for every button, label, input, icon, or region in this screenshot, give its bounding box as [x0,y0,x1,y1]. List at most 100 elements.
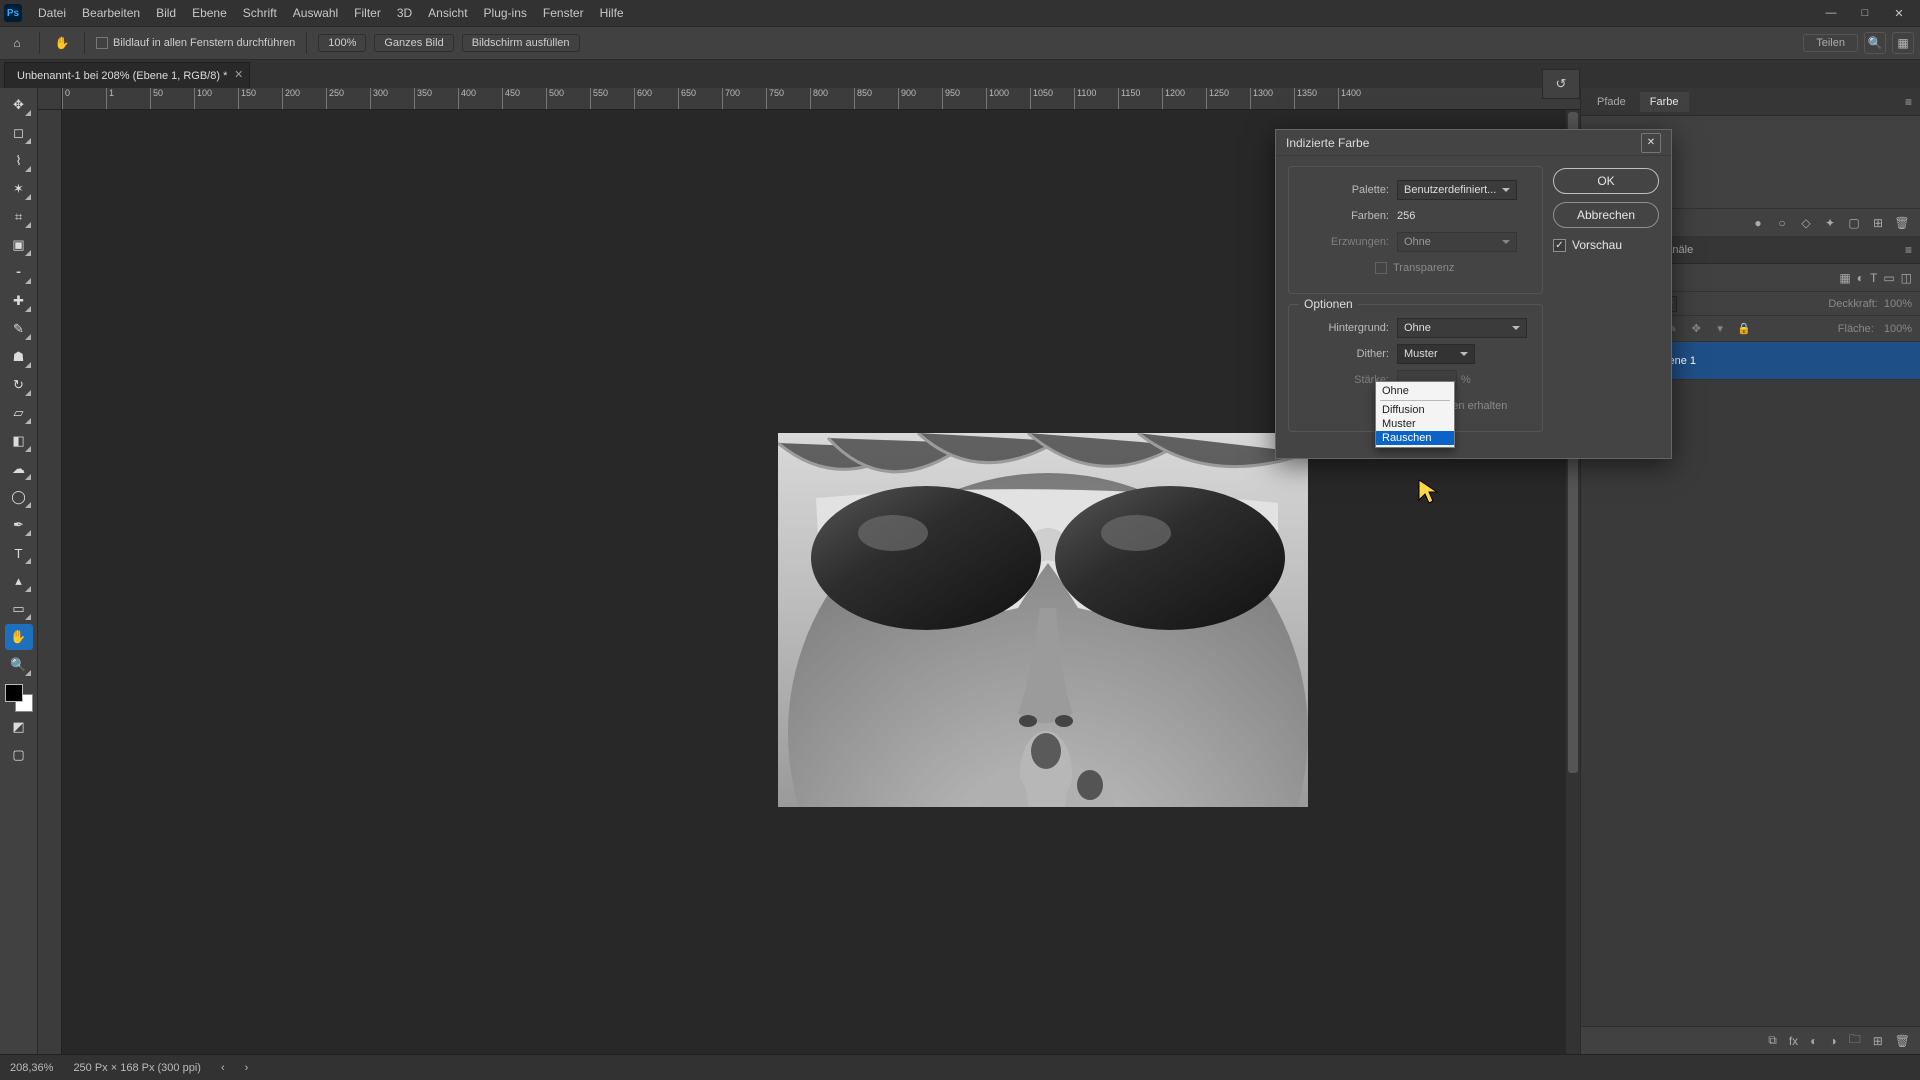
hand-tool-icon[interactable]: ✋ [51,32,73,54]
menu-datei[interactable]: Datei [30,0,74,26]
fill-value[interactable]: 100% [1884,323,1912,335]
dither-select[interactable]: Muster [1397,344,1475,364]
menu-plug-ins[interactable]: Plug-ins [476,0,535,26]
close-tab-icon[interactable]: ✕ [234,68,243,81]
fit-screen-button[interactable]: Ganzes Bild [374,34,453,52]
doc-info[interactable]: 250 Px × 168 Px (300 ppi) [73,1062,201,1074]
workspace-icon[interactable]: ▦ [1892,32,1914,54]
adjustment-icon[interactable]: ◑ [1829,1034,1836,1048]
menu-filter[interactable]: Filter [346,0,389,26]
palette-select[interactable]: Benutzerdefiniert... [1397,180,1517,200]
filter-type-icon[interactable]: T [1870,271,1877,285]
ruler-origin[interactable] [38,88,62,110]
eraser-tool[interactable]: ▱ [5,400,33,426]
document-tab[interactable]: Unbenannt-1 bei 208% (Ebene 1, RGB/8) * … [4,62,250,88]
panel-menu-icon[interactable]: ≡ [1905,95,1912,109]
matte-select[interactable]: Ohne [1397,318,1527,338]
icon-ring[interactable]: ○ [1774,215,1790,231]
icon-sparkle[interactable]: ✦ [1822,215,1838,231]
dodge-tool[interactable]: ◯ [5,484,33,510]
icon-diamond[interactable]: ◇ [1798,215,1814,231]
ok-button[interactable]: OK [1553,168,1659,194]
menu-bearbeiten[interactable]: Bearbeiten [74,0,148,26]
filter-pixel-icon[interactable]: ▦ [1839,271,1850,285]
menu-bild[interactable]: Bild [148,0,184,26]
collapsed-history-tab[interactable]: ↺ [1542,69,1580,99]
brush-tool[interactable]: ✎ [5,316,33,342]
icon-trash[interactable]: 🗑 [1894,215,1910,231]
mask-icon[interactable]: ◐ [1810,1034,1817,1048]
horizontal-ruler[interactable]: 0150100150200250300350400450500550600650… [62,88,1580,110]
stamp-tool[interactable]: ☗ [5,344,33,370]
zoom-100-button[interactable]: 100% [318,34,366,52]
minimize-button[interactable]: — [1814,0,1848,26]
menu-auswahl[interactable]: Auswahl [285,0,346,26]
status-chevron-right-icon[interactable]: › [245,1062,249,1074]
fx-icon[interactable]: fx [1789,1034,1798,1048]
hand-tool[interactable]: ✋ [5,624,33,650]
cancel-button[interactable]: Abbrechen [1553,202,1659,228]
status-chevron-left-icon[interactable]: ‹ [221,1062,225,1074]
screenmode-toggle[interactable]: ▢ [5,742,33,768]
menu-schrift[interactable]: Schrift [235,0,285,26]
close-window-button[interactable]: ✕ [1882,0,1916,26]
path-select-tool[interactable]: ▴ [5,568,33,594]
history-brush-tool[interactable]: ↻ [5,372,33,398]
marquee-tool[interactable]: ◻ [5,120,33,146]
layers-panel-menu-icon[interactable]: ≡ [1905,243,1912,257]
link-layers-icon[interactable]: ⧉ [1768,1033,1777,1048]
menu-ebene[interactable]: Ebene [184,0,235,26]
delete-layer-icon[interactable]: 🗑 [1895,1034,1910,1048]
dialog-titlebar[interactable]: Indizierte Farbe ✕ [1276,130,1671,156]
colors-value[interactable]: 256 [1397,210,1415,222]
filter-smart-icon[interactable]: ◫ [1901,271,1912,285]
filter-adjust-icon[interactable]: ◐ [1857,271,1864,285]
fg-bg-swatch[interactable] [5,684,33,712]
dither-option-diffusion[interactable]: Diffusion [1376,403,1454,417]
group-icon[interactable]: 🗀 [1849,1030,1861,1051]
lock-pos-icon[interactable]: ✥ [1689,322,1703,336]
heal-tool[interactable]: ✚ [5,288,33,314]
lasso-tool[interactable]: ⌇ [5,148,33,174]
menu-3d[interactable]: 3D [389,0,420,26]
zoom-readout[interactable]: 208,36% [10,1062,53,1074]
crop-tool[interactable]: ⌗ [5,204,33,230]
fill-screen-button[interactable]: Bildschirm ausfüllen [462,34,580,52]
lock-all-icon[interactable]: 🔒 [1737,322,1751,336]
menu-ansicht[interactable]: Ansicht [420,0,475,26]
icon-dot[interactable]: ● [1750,215,1766,231]
dither-dropdown-list[interactable]: Ohne DiffusionMusterRauschen [1375,381,1455,448]
maximize-button[interactable]: □ [1848,0,1882,26]
search-icon[interactable]: 🔍 [1864,32,1886,54]
new-layer-icon[interactable]: ⊞ [1873,1034,1883,1048]
filter-shape-icon[interactable]: ▭ [1883,271,1894,285]
scroll-all-checkbox[interactable]: Bildlauf in allen Fenstern durchführen [96,37,295,49]
lock-nest-icon[interactable]: ▾ [1713,322,1727,336]
document-canvas[interactable] [778,433,1308,807]
share-button[interactable]: Teilen [1803,34,1858,52]
dither-option-rauschen[interactable]: Rauschen [1376,431,1454,445]
dither-option-ohne[interactable]: Ohne [1376,384,1454,398]
quick-select-tool[interactable]: ✶ [5,176,33,202]
tab-color[interactable]: Farbe [1640,92,1689,112]
pen-tool[interactable]: ✒ [5,512,33,538]
zoom-tool[interactable]: 🔍 [5,652,33,678]
shape-tool[interactable]: ▭ [5,596,33,622]
gradient-tool[interactable]: ◧ [5,428,33,454]
home-icon[interactable]: ⌂ [6,32,28,54]
icon-new[interactable]: ⊞ [1870,215,1886,231]
dither-option-muster[interactable]: Muster [1376,417,1454,431]
preview-checkbox[interactable]: ✓ [1553,239,1566,252]
tab-paths[interactable]: Pfade [1587,92,1636,112]
menu-hilfe[interactable]: Hilfe [592,0,632,26]
frame-tool[interactable]: ▣ [5,232,33,258]
dialog-close-button[interactable]: ✕ [1641,133,1661,153]
type-tool[interactable]: T [5,540,33,566]
quickmask-toggle[interactable]: ◩ [5,714,33,740]
blur-tool[interactable]: ☁ [5,456,33,482]
icon-square[interactable]: ▢ [1846,215,1862,231]
eyedropper-tool[interactable]: ⁃ [5,260,33,286]
vertical-ruler[interactable] [38,110,62,1054]
menu-fenster[interactable]: Fenster [535,0,592,26]
move-tool[interactable]: ✥ [5,92,33,118]
